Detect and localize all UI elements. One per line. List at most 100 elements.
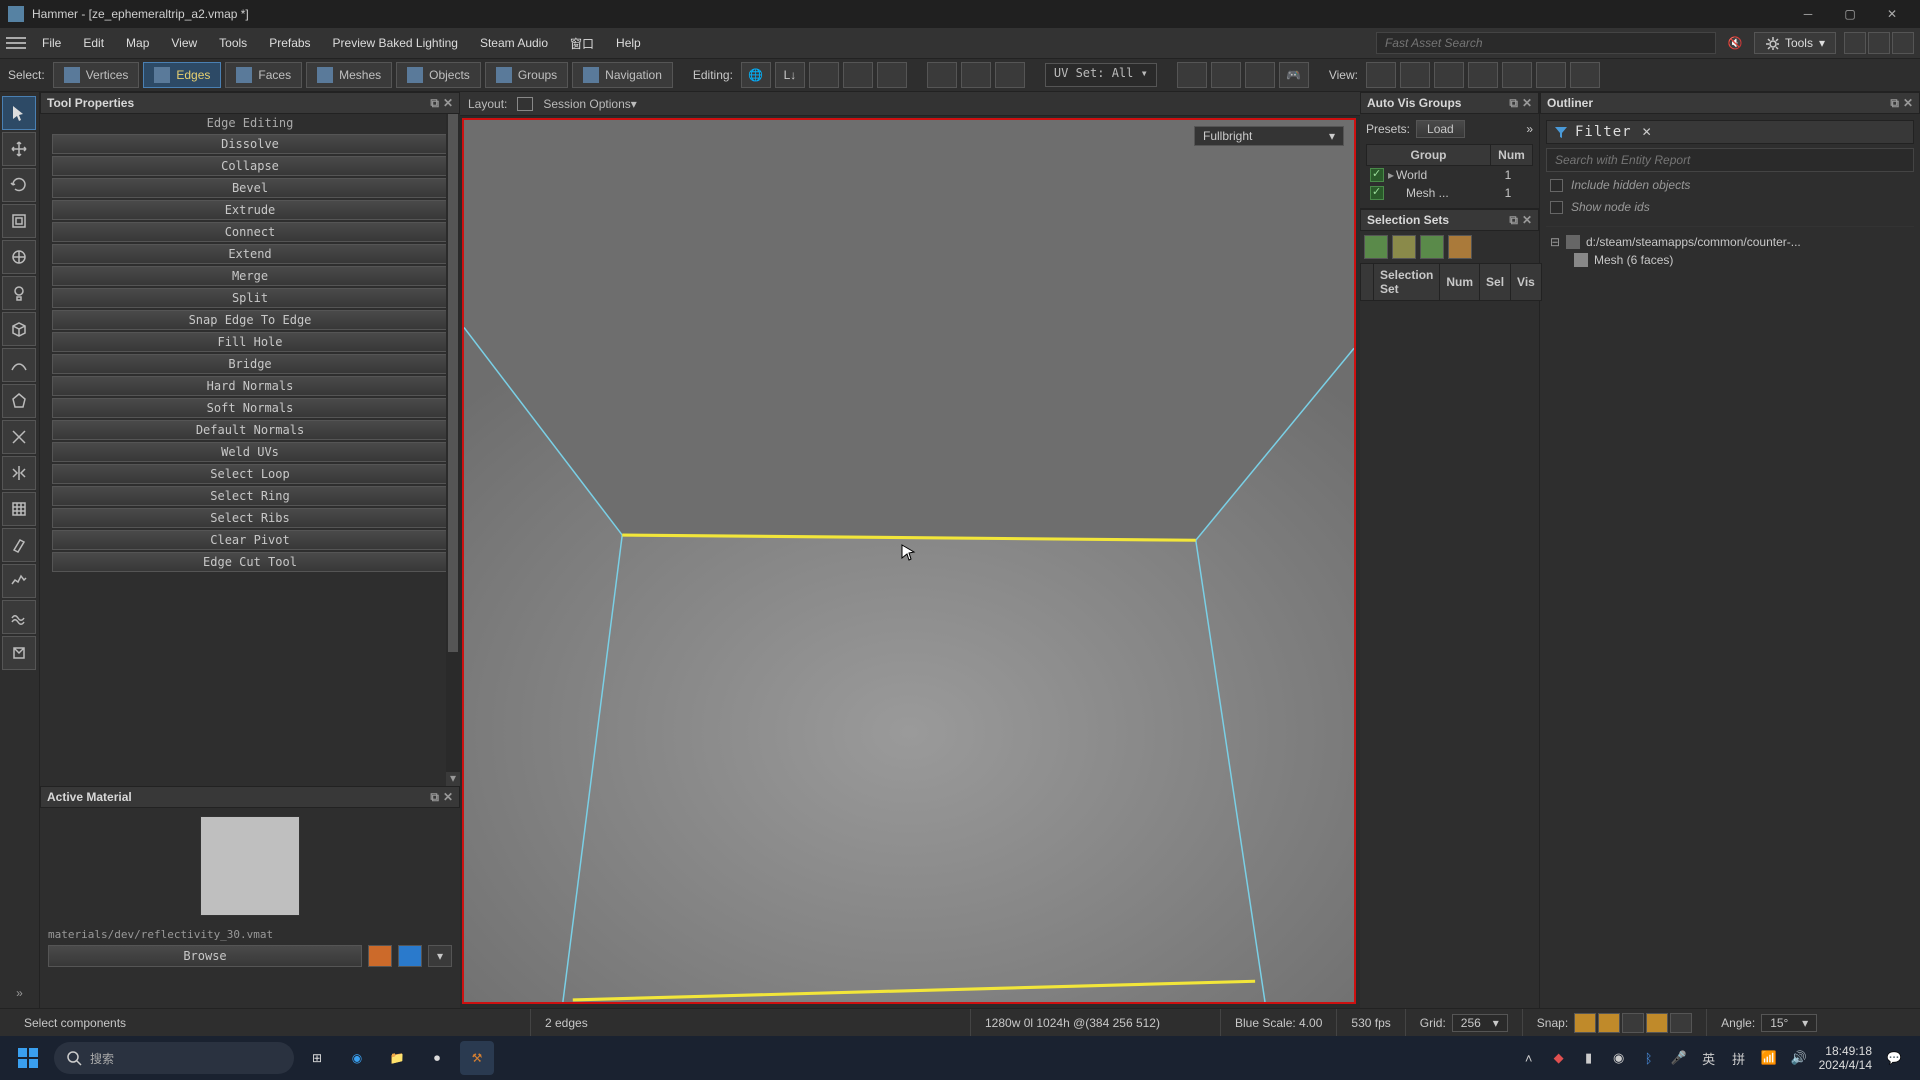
tool-properties-scrollbar[interactable]: ▾ — [446, 114, 460, 786]
mode-edges[interactable]: Edges — [143, 62, 221, 88]
mode-faces[interactable]: Faces — [225, 62, 302, 88]
ime-mode[interactable]: 拼 — [1729, 1048, 1749, 1068]
pivot-tool[interactable] — [2, 240, 36, 274]
tool-prop-soft-normals[interactable]: Soft Normals — [52, 398, 448, 418]
entity-tool[interactable] — [2, 636, 36, 670]
displacement-tool[interactable] — [2, 564, 36, 598]
menu-view[interactable]: View — [161, 32, 207, 54]
avg-row-world[interactable]: ▸ World 1 — [1366, 166, 1533, 184]
menu-window[interactable]: 窗口 — [560, 31, 604, 56]
clipping-tool[interactable] — [2, 420, 36, 454]
tray-app-1[interactable]: ◆ — [1549, 1048, 1569, 1068]
ime-lang[interactable]: 英 — [1699, 1048, 1719, 1068]
move-tool[interactable] — [2, 132, 36, 166]
taskbar-clock[interactable]: 18:49:18 2024/4/14 — [1819, 1044, 1872, 1073]
taskbar-explorer[interactable]: 📁 — [380, 1041, 414, 1075]
polygon-tool[interactable] — [2, 384, 36, 418]
editing-globe-button[interactable]: 🌐 — [741, 62, 771, 88]
selset-icon-3[interactable] — [1420, 235, 1444, 259]
terrain-tool[interactable] — [2, 600, 36, 634]
snap-toggle-5[interactable] — [1670, 1013, 1692, 1033]
close-button[interactable]: ✕ — [1872, 2, 1912, 26]
include-hidden-checkbox[interactable] — [1550, 179, 1563, 192]
view-tool-4[interactable] — [1468, 62, 1498, 88]
avg-row-mesh[interactable]: Mesh ... 1 — [1366, 184, 1533, 202]
start-button[interactable] — [8, 1041, 48, 1075]
selset-icon-2[interactable] — [1392, 235, 1416, 259]
tool-prop-edge-cut-tool[interactable]: Edge Cut Tool — [52, 552, 448, 572]
menu-help[interactable]: Help — [606, 32, 651, 54]
checkbox-checked-icon[interactable] — [1370, 168, 1384, 182]
tool-prop-bridge[interactable]: Bridge — [52, 354, 448, 374]
tools-dropdown[interactable]: Tools ▾ — [1754, 32, 1836, 54]
tool-prop-connect[interactable]: Connect — [52, 222, 448, 242]
game-controller-button[interactable]: 🎮 — [1279, 62, 1309, 88]
tool-prop-extend[interactable]: Extend — [52, 244, 448, 264]
mode-navigation[interactable]: Navigation — [572, 62, 673, 88]
material-action-2[interactable] — [398, 945, 422, 967]
tool-prop-select-loop[interactable]: Select Loop — [52, 464, 448, 484]
layout-mini-3[interactable] — [1892, 32, 1914, 54]
menu-steam-audio[interactable]: Steam Audio — [470, 32, 558, 54]
panel-pin-icon[interactable]: ⧉ — [430, 96, 439, 111]
taskbar-hammer[interactable]: ⚒ — [460, 1041, 494, 1075]
menu-edit[interactable]: Edit — [73, 32, 114, 54]
material-swatch[interactable] — [200, 816, 300, 916]
menu-file[interactable]: File — [32, 32, 71, 54]
outliner-tree-root[interactable]: ⊟ d:/steam/steamapps/common/counter-... — [1546, 233, 1914, 251]
tool-prop-select-ribs[interactable]: Select Ribs — [52, 508, 448, 528]
paint-tool[interactable] — [2, 528, 36, 562]
maximize-button[interactable]: ▢ — [1830, 2, 1870, 26]
taskbar-search[interactable]: 搜索 — [54, 1042, 294, 1074]
panel-pin-icon[interactable]: ⧉ — [430, 790, 439, 805]
uv-tool-1[interactable] — [1177, 62, 1207, 88]
panel-close-icon[interactable]: ✕ — [443, 96, 453, 111]
tool-prop-dissolve[interactable]: Dissolve — [52, 134, 448, 154]
load-preset-button[interactable]: Load — [1416, 120, 1465, 138]
material-action-3[interactable]: ▾ — [428, 945, 452, 967]
speaker-muted-icon[interactable]: 🔇 — [1724, 32, 1746, 54]
material-action-1[interactable] — [368, 945, 392, 967]
mode-objects[interactable]: Objects — [396, 62, 481, 88]
panel-pin-icon[interactable]: ⧉ — [1509, 96, 1518, 111]
mode-vertices[interactable]: Vertices — [53, 62, 140, 88]
panel-pin-icon[interactable]: ⧉ — [1890, 96, 1899, 111]
snap-toggle-1[interactable] — [1574, 1013, 1596, 1033]
editing-tool-4[interactable] — [927, 62, 957, 88]
view-tool-5[interactable] — [1502, 62, 1532, 88]
editing-tool-3[interactable] — [877, 62, 907, 88]
tool-prop-clear-pivot[interactable]: Clear Pivot — [52, 530, 448, 550]
tool-prop-snap-edge-to-edge[interactable]: Snap Edge To Edge — [52, 310, 448, 330]
layout-mini-1[interactable] — [1844, 32, 1866, 54]
tray-bluetooth-icon[interactable]: ᛒ — [1639, 1048, 1659, 1068]
editing-axis-button[interactable]: L↓ — [775, 62, 805, 88]
tool-prop-bevel[interactable]: Bevel — [52, 178, 448, 198]
snap-toggle-3[interactable] — [1622, 1013, 1644, 1033]
toolbar-expand[interactable]: » — [2, 982, 37, 1004]
editing-tool-5[interactable] — [961, 62, 991, 88]
grid-dropdown[interactable]: 256▾ — [1452, 1014, 1508, 1032]
layout-mini-2[interactable] — [1868, 32, 1890, 54]
tool-prop-weld-uvs[interactable]: Weld UVs — [52, 442, 448, 462]
scale-tool[interactable] — [2, 204, 36, 238]
outliner-filter-bar[interactable]: Filter ✕ — [1546, 120, 1914, 144]
uv-tool-3[interactable] — [1245, 62, 1275, 88]
hamburger-icon[interactable] — [6, 33, 26, 53]
clear-filter-icon[interactable]: ✕ — [1642, 125, 1652, 139]
menu-tools[interactable]: Tools — [209, 32, 257, 54]
presets-more-button[interactable]: » — [1526, 122, 1533, 136]
view-tool-2[interactable] — [1400, 62, 1430, 88]
path-tool[interactable] — [2, 348, 36, 382]
tool-prop-split[interactable]: Split — [52, 288, 448, 308]
view-tool-3[interactable] — [1434, 62, 1464, 88]
panel-close-icon[interactable]: ✕ — [1903, 96, 1913, 111]
menu-preview-baked-lighting[interactable]: Preview Baked Lighting — [323, 32, 468, 54]
tool-prop-default-normals[interactable]: Default Normals — [52, 420, 448, 440]
tool-prop-hard-normals[interactable]: Hard Normals — [52, 376, 448, 396]
shading-mode-dropdown[interactable]: Fullbright▾ — [1194, 126, 1344, 146]
panel-close-icon[interactable]: ✕ — [1522, 96, 1532, 111]
browse-button[interactable]: Browse — [48, 945, 362, 967]
block-tool[interactable] — [2, 312, 36, 346]
show-node-ids-checkbox[interactable] — [1550, 201, 1563, 214]
rotate-tool[interactable] — [2, 168, 36, 202]
